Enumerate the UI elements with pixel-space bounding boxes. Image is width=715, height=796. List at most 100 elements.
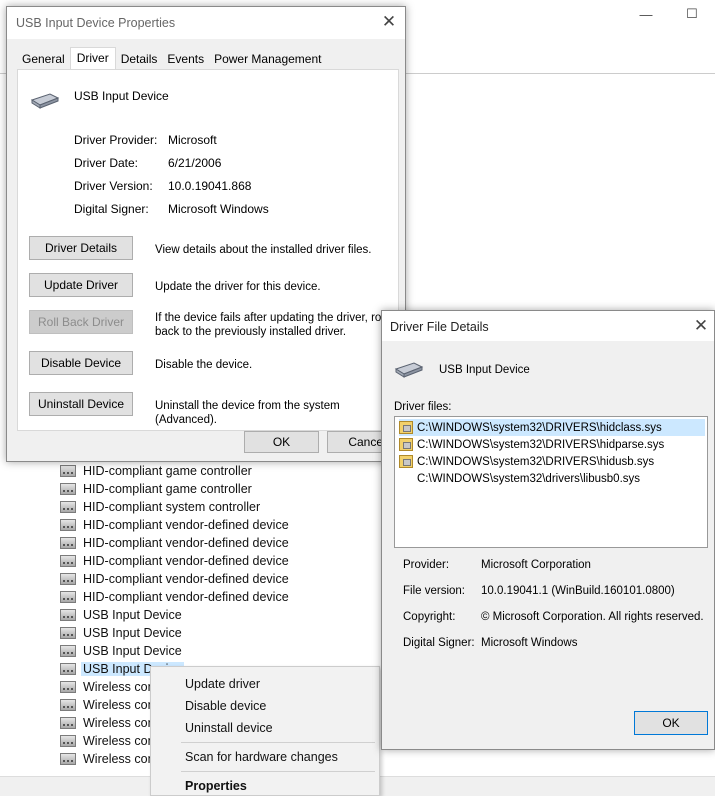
tree-item-label: Wireless cont [83,752,159,766]
list-item[interactable]: C:\WINDOWS\system32\DRIVERS\hidparse.sys [399,436,705,453]
driver-date-value: 6/21/2006 [168,156,222,170]
device-icon [60,519,76,531]
device-icon [60,735,76,747]
usb-device-icon [394,362,424,378]
tree-item[interactable]: USB Input Device [60,624,184,642]
system-file-icon [399,421,413,434]
list-item[interactable]: C:\WINDOWS\system32\DRIVERS\hidusb.sys [399,453,705,470]
properties-dialog-title: USB Input Device Properties [16,16,176,30]
tree-item-label: USB Input Device [83,626,182,640]
uninstall-device-desc: Uninstall the device from the system (Ad… [155,400,340,426]
tree-item-label: HID-compliant vendor-defined device [83,536,289,550]
device-icon [60,717,76,729]
tree-item[interactable]: HID-compliant game controller [60,480,254,498]
driver-provider-value: Microsoft [168,133,217,147]
tree-item-label: HID-compliant game controller [83,482,252,496]
tab-events[interactable]: Events [162,49,209,70]
file-path: C:\WINDOWS\system32\DRIVERS\hidclass.sys [417,421,662,434]
menu-separator [181,742,375,743]
properties-dialog: USB Input Device Properties ✕ General Dr… [6,6,407,462]
tree-item[interactable]: HID-compliant vendor-defined device [60,516,291,534]
file-version-value: 10.0.19041.1 (WinBuild.160101.0800) [481,585,675,597]
driver-file-details-titlebar: Driver File Details ✕ [382,311,714,341]
system-file-icon [399,438,413,451]
device-icon [60,681,76,693]
tree-item[interactable]: HID-compliant vendor-defined device [60,534,291,552]
window-controls: — ☐ [623,4,715,24]
roll-back-driver-button[interactable]: Roll Back Driver [29,310,133,334]
list-item[interactable]: C:\WINDOWS\system32\drivers\libusb0.sys [399,470,705,487]
device-icon [60,663,76,675]
digital-signer-value: Microsoft Windows [168,202,269,216]
menu-item-disable-device[interactable]: Disable device [185,699,266,713]
device-icon [60,753,76,765]
properties-titlebar: USB Input Device Properties ✕ [7,7,405,39]
provider-value: Microsoft Corporation [481,559,591,571]
device-icon [60,591,76,603]
tree-item[interactable]: Wireless cont [60,696,160,714]
menu-item-update-driver[interactable]: Update driver [185,677,260,691]
menu-item-scan-hardware[interactable]: Scan for hardware changes [185,750,338,764]
tree-item[interactable]: HID-compliant vendor-defined device [60,588,291,606]
minimize-button[interactable]: — [623,4,669,24]
device-icon [60,627,76,639]
tree-item-label: USB Input Device [83,644,182,658]
tree-item[interactable]: HID-compliant system controller [60,498,262,516]
tree-item[interactable]: HID-compliant vendor-defined device [60,570,291,588]
tab-driver[interactable]: Driver [69,47,116,70]
device-name: USB Input Device [439,364,530,376]
provider-label: Provider: [403,559,450,571]
digital-signer-label: Digital Signer: [403,637,475,649]
driver-file-details-ok-button[interactable]: OK [634,711,708,735]
update-driver-button[interactable]: Update Driver [29,273,133,297]
device-icon [60,555,76,567]
usb-device-icon [30,93,60,109]
driver-details-desc: View details about the installed driver … [155,244,372,256]
roll-back-driver-desc: If the device fails after updating the d… [155,312,387,338]
tab-strip: General Driver Details Events Power Mana… [17,47,326,70]
device-icon [60,573,76,585]
system-file-icon [399,455,413,468]
disable-device-button[interactable]: Disable Device [29,351,133,375]
tree-item-label: Wireless cont [83,734,159,748]
file-path: C:\WINDOWS\system32\drivers\libusb0.sys [417,472,641,485]
driver-details-button[interactable]: Driver Details [29,236,133,260]
driver-files-list[interactable]: C:\WINDOWS\system32\DRIVERS\hidclass.sys… [394,416,708,548]
properties-ok-button[interactable]: OK [244,431,319,453]
tab-details[interactable]: Details [116,49,163,70]
tree-item[interactable]: Wireless cont [60,714,160,732]
close-icon[interactable]: ✕ [379,12,399,32]
tree-item[interactable]: HID-compliant game controller [60,462,254,480]
menu-item-properties[interactable]: Properties [185,779,247,793]
tree-item-label: Wireless cont [83,716,159,730]
tree-item-label: HID-compliant game controller [83,464,252,478]
driver-file-details-title: Driver File Details [390,320,489,334]
tree-item-label: HID-compliant vendor-defined device [83,554,289,568]
tab-general[interactable]: General [17,49,70,70]
maximize-button[interactable]: ☐ [669,4,715,24]
device-icon [60,645,76,657]
tree-item-label: Wireless cont [83,698,159,712]
tree-item[interactable]: HID-compliant vendor-defined device [60,552,291,570]
menu-item-uninstall-device[interactable]: Uninstall device [185,721,273,735]
tree-item[interactable]: Wireless cont [60,750,160,768]
device-icon [60,537,76,549]
tree-item[interactable]: Wireless cont [60,678,160,696]
toolbar-strip [404,52,715,74]
tree-item[interactable]: Wireless cont [60,732,160,750]
tree-item[interactable]: USB Input Device [60,642,184,660]
tree-item[interactable]: USB Input Device [60,606,184,624]
context-menu: Update driver Disable device Uninstall d… [150,666,380,796]
copyright-label: Copyright: [403,611,456,623]
tab-power-management[interactable]: Power Management [209,49,326,70]
close-icon[interactable]: ✕ [691,316,711,336]
tree-item-label: HID-compliant vendor-defined device [83,518,289,532]
device-icon [60,609,76,621]
update-driver-desc: Update the driver for this device. [155,281,321,293]
menu-separator [181,771,375,772]
tree-item-label: HID-compliant vendor-defined device [83,572,289,586]
list-item[interactable]: C:\WINDOWS\system32\DRIVERS\hidclass.sys [399,419,705,436]
driver-version-value: 10.0.19041.868 [168,179,252,193]
tree-item-label: HID-compliant system controller [83,500,261,514]
uninstall-device-button[interactable]: Uninstall Device [29,392,133,416]
